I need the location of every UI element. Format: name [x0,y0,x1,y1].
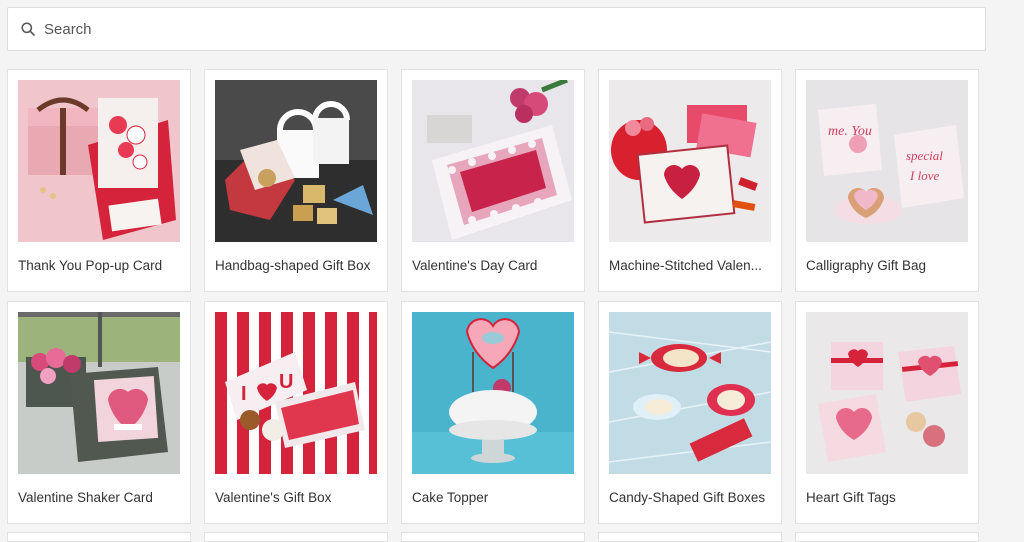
project-card[interactable]: I U Valentine's Gift Box [204,301,388,524]
project-title: Thank You Pop-up Card [18,258,163,273]
project-card[interactable]: Valentine's Day Card [401,69,585,292]
project-card[interactable]: Cake Topper [401,301,585,524]
project-thumbnail: I U [215,312,377,474]
project-title: Heart Gift Tags [806,490,896,505]
project-card[interactable]: Thank You Pop-up Card [7,69,191,292]
project-thumbnail [806,312,968,474]
project-title: Valentine's Day Card [412,258,538,273]
project-thumbnail [215,80,377,242]
project-card[interactable]: Machine-Stitched Valen... [598,69,782,292]
svg-text:me. You: me. You [828,124,872,139]
project-title: Calligraphy Gift Bag [806,258,927,273]
svg-text:U: U [279,371,293,393]
project-thumbnail [18,312,180,474]
project-thumbnail [18,80,180,242]
project-card[interactable]: me. You special I love Calligraphy Gift … [795,69,979,292]
svg-text:special: special [906,148,943,163]
project-card-partial[interactable] [401,532,585,542]
project-title: Handbag-shaped Gift Box [215,258,371,273]
project-card[interactable]: Handbag-shaped Gift Box [204,69,388,292]
svg-text:I love: I love [909,168,939,183]
search-bar[interactable] [7,7,986,51]
project-card-partial[interactable] [598,532,782,542]
project-card[interactable]: Heart Gift Tags [795,301,979,524]
project-card[interactable]: Candy-Shaped Gift Boxes [598,301,782,524]
project-thumbnail [609,80,771,242]
project-thumbnail [412,312,574,474]
project-card-partial[interactable] [795,532,979,542]
project-thumbnail: me. You special I love [806,80,968,242]
project-card-partial[interactable] [7,532,191,542]
project-thumbnail [412,80,574,242]
search-input[interactable] [44,8,985,50]
project-card-partial[interactable] [204,532,388,542]
svg-text:I: I [241,383,247,405]
project-title: Candy-Shaped Gift Boxes [609,490,766,505]
project-card[interactable]: Valentine Shaker Card [7,301,191,524]
project-thumbnail [609,312,771,474]
project-title: Machine-Stitched Valen... [609,258,762,273]
project-title: Cake Topper [412,490,489,505]
project-title: Valentine's Gift Box [215,490,332,505]
project-title: Valentine Shaker Card [18,490,153,505]
search-icon [21,21,37,37]
